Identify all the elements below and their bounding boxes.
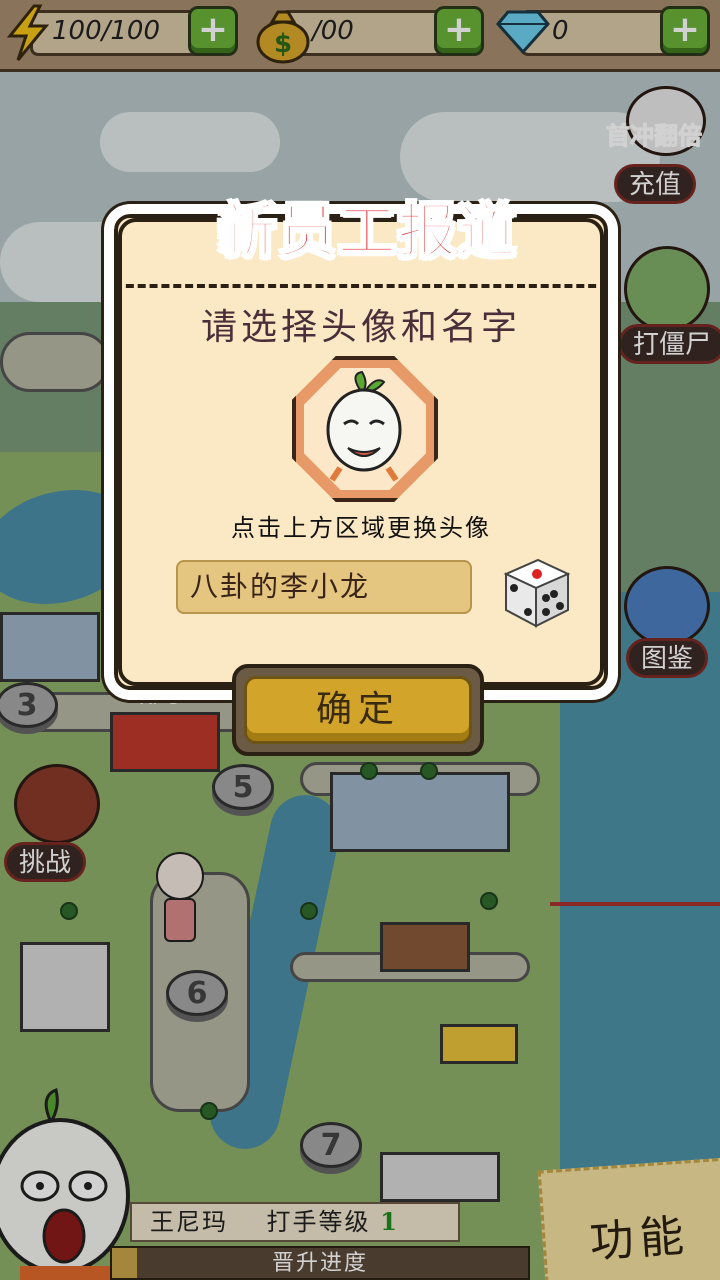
name-input[interactable]: 八卦的李小龙: [176, 560, 472, 614]
confirm-label: 确定: [244, 676, 472, 744]
avatar-hint: 点击上方区域更换头像: [231, 514, 491, 542]
dialog-title: 新员工报道: [217, 196, 518, 266]
dialog-subtitle: 请选择头像和名字: [200, 307, 521, 348]
confirm-button[interactable]: 确定: [232, 664, 484, 756]
dice-icon: [503, 558, 571, 628]
new-employee-dialog: 新员工报道 请选择头像和名字 点击上方区域更换头像 八卦的李小龙: [104, 196, 618, 700]
dashed-divider: [114, 284, 608, 288]
random-name-button[interactable]: [498, 554, 572, 634]
